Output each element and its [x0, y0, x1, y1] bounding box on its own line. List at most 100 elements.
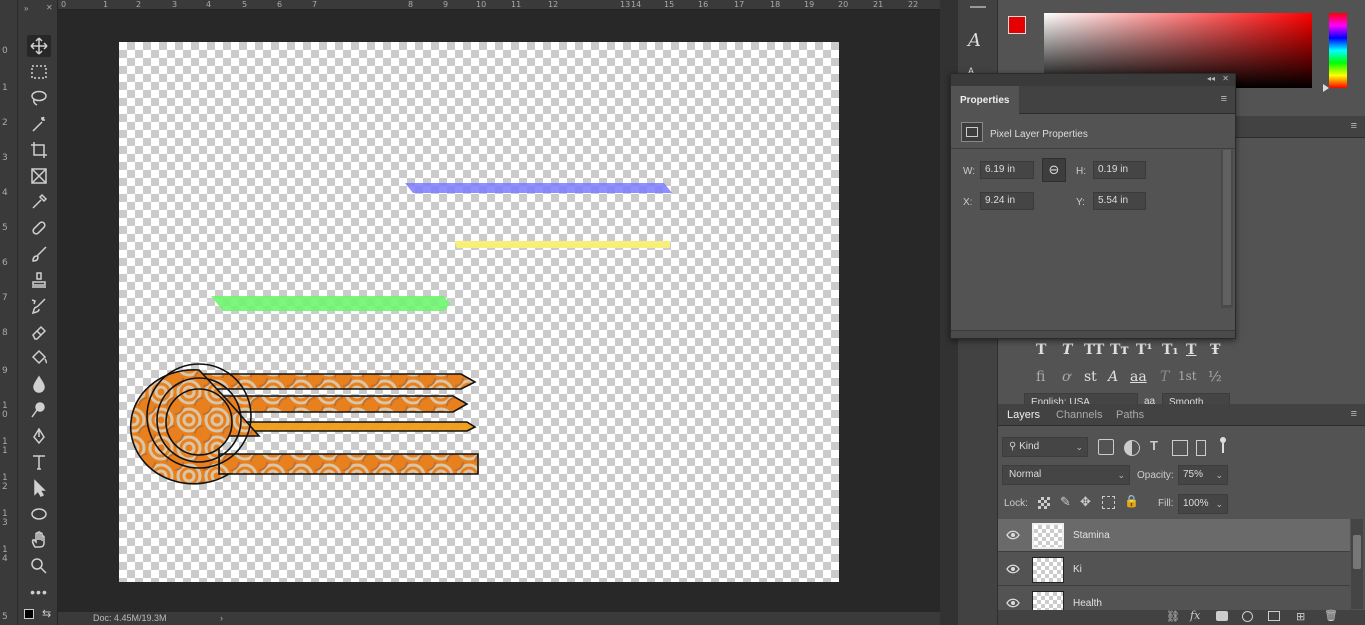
delete-layer-icon[interactable]: 🗑 — [1324, 609, 1338, 622]
lock-pixels-icon[interactable]: ✎ — [1060, 494, 1076, 510]
more-icon[interactable]: ••• — [27, 581, 51, 603]
new-group-icon[interactable] — [1268, 611, 1280, 621]
magic-wand-tool[interactable] — [27, 113, 51, 135]
tab-paths[interactable]: Paths — [1116, 409, 1144, 421]
small-caps-button[interactable]: Tт — [1110, 342, 1129, 358]
status-arrow-icon[interactable]: › — [220, 612, 223, 625]
fx-icon[interactable]: fx — [1190, 609, 1200, 622]
shape-tool[interactable] — [27, 503, 51, 525]
underline-button[interactable]: T — [1186, 342, 1196, 358]
panel-menu-icon[interactable]: ≡ — [1221, 93, 1227, 105]
zoom-tool[interactable] — [27, 555, 51, 577]
brush-tool[interactable] — [27, 243, 51, 265]
type-tool[interactable] — [27, 451, 51, 473]
filter-smart-object-icon[interactable] — [1196, 440, 1206, 456]
healing-tool[interactable] — [27, 217, 51, 239]
marquee-tool[interactable] — [27, 61, 51, 83]
pen-tool[interactable] — [27, 425, 51, 447]
all-caps-button[interactable]: TT — [1084, 342, 1104, 358]
properties-titlebar[interactable]: ◂◂ ✕ — [951, 74, 1235, 86]
crop-tool[interactable] — [27, 139, 51, 161]
ruler-mark: 1 3 — [2, 509, 8, 528]
history-panel-icon[interactable] — [970, 0, 986, 8]
ligatures-button[interactable]: fi — [1036, 369, 1045, 385]
filter-type-icon[interactable]: T — [1150, 438, 1166, 454]
width-field[interactable]: 6.19 in — [980, 161, 1034, 179]
y-position-field[interactable]: 5.54 in — [1093, 192, 1146, 210]
layers-scrollbar[interactable] — [1351, 519, 1363, 609]
scrollbar-thumb[interactable] — [1353, 535, 1361, 569]
lock-position-icon[interactable]: ✥ — [1080, 494, 1096, 510]
panel-menu-icon[interactable]: ≡ — [1351, 408, 1357, 420]
close-icon[interactable]: ✕ — [1222, 74, 1229, 83]
hue-slider-handle-icon[interactable] — [1323, 84, 1329, 92]
eye-icon[interactable] — [1006, 562, 1020, 576]
opacity-field[interactable]: 75% ⌄ — [1178, 465, 1228, 485]
frame-tool[interactable] — [27, 165, 51, 187]
hand-tool[interactable] — [27, 529, 51, 551]
default-colors-icon[interactable] — [24, 609, 34, 619]
discretionary-ligatures-button[interactable]: st — [1084, 369, 1097, 385]
x-position-field[interactable]: 9.24 in — [980, 192, 1034, 210]
collapse-icon[interactable]: » — [24, 4, 28, 13]
character-panel-icon[interactable]: A — [968, 30, 981, 51]
lock-transparency-icon[interactable] — [1038, 497, 1050, 509]
collapse-icon[interactable]: ◂◂ — [1207, 74, 1215, 83]
hue-slider[interactable] — [1329, 13, 1347, 88]
superscript-button[interactable]: T¹ — [1136, 342, 1153, 358]
stylistic-alternates-button[interactable]: aa — [1130, 369, 1147, 385]
move-tool[interactable] — [27, 35, 51, 57]
panel-menu-icon[interactable]: ≡ — [1351, 120, 1357, 132]
faux-bold-button[interactable]: T — [1036, 342, 1046, 358]
swash-button[interactable]: A — [1108, 369, 1118, 385]
resize-handle[interactable] — [951, 330, 1235, 338]
foreground-color-swatch[interactable] — [1008, 16, 1026, 34]
old-style-button[interactable]: ơ — [1062, 369, 1070, 385]
filter-adjustment-icon[interactable] — [1124, 440, 1140, 456]
filter-kind-select[interactable]: ⚲ Kind ⌄ — [1002, 437, 1088, 457]
bucket-tool[interactable] — [27, 347, 51, 369]
layer-row-ki[interactable]: Ki — [998, 553, 1350, 586]
titling-button[interactable]: T — [1160, 369, 1169, 385]
stamp-tool[interactable] — [27, 269, 51, 291]
eyedropper-tool[interactable] — [27, 191, 51, 213]
subscript-button[interactable]: T₁ — [1162, 342, 1179, 358]
history-brush-tool[interactable] — [27, 295, 51, 317]
link-dimensions-icon[interactable]: ⊖ — [1042, 158, 1066, 182]
layer-row-health[interactable]: Health — [998, 587, 1350, 610]
lock-all-icon[interactable]: 🔒 — [1124, 494, 1140, 510]
eraser-tool[interactable] — [27, 321, 51, 343]
properties-scrollbar[interactable] — [1221, 150, 1233, 308]
blend-mode-select[interactable]: Normal ⌄ — [1002, 465, 1130, 485]
ruler-mark: 18 — [770, 0, 781, 9]
fill-field[interactable]: 100% ⌄ — [1178, 494, 1228, 514]
ordinals-button[interactable]: 1st — [1178, 369, 1197, 383]
adjustment-layer-icon[interactable] — [1242, 611, 1253, 622]
tab-layers[interactable]: Layers — [1007, 409, 1040, 421]
document-canvas[interactable] — [119, 42, 839, 582]
add-mask-icon[interactable] — [1216, 611, 1228, 621]
dodge-tool[interactable] — [27, 399, 51, 421]
swap-colors-icon[interactable]: ⇆ — [42, 607, 51, 620]
new-layer-icon[interactable]: ⊞ — [1296, 610, 1305, 623]
link-layers-icon[interactable]: ⛓ — [1166, 610, 1180, 623]
eye-icon[interactable] — [1006, 528, 1020, 542]
ruler-mark: 9 — [443, 0, 449, 9]
tab-channels[interactable]: Channels — [1056, 409, 1102, 421]
close-icon[interactable]: ✕ — [46, 3, 53, 12]
path-select-tool[interactable] — [27, 477, 51, 499]
strikethrough-button[interactable]: Ŧ — [1210, 342, 1220, 358]
scrollbar-thumb[interactable] — [1223, 150, 1231, 305]
filter-pixel-icon[interactable] — [1098, 439, 1114, 455]
eye-icon[interactable] — [1006, 596, 1020, 610]
height-field[interactable]: 0.19 in — [1093, 161, 1146, 179]
ruler-mark: 1 1 — [2, 437, 8, 456]
fractions-button[interactable]: ½ — [1208, 369, 1222, 385]
faux-italic-button[interactable]: T — [1062, 342, 1072, 358]
filter-shape-icon[interactable] — [1172, 440, 1188, 456]
layer-row-stamina[interactable]: Stamina — [998, 519, 1350, 552]
tab-properties[interactable]: Properties — [951, 86, 1019, 114]
lasso-tool[interactable] — [27, 87, 51, 109]
lock-artboard-icon[interactable] — [1102, 496, 1115, 509]
blur-tool[interactable] — [27, 373, 51, 395]
